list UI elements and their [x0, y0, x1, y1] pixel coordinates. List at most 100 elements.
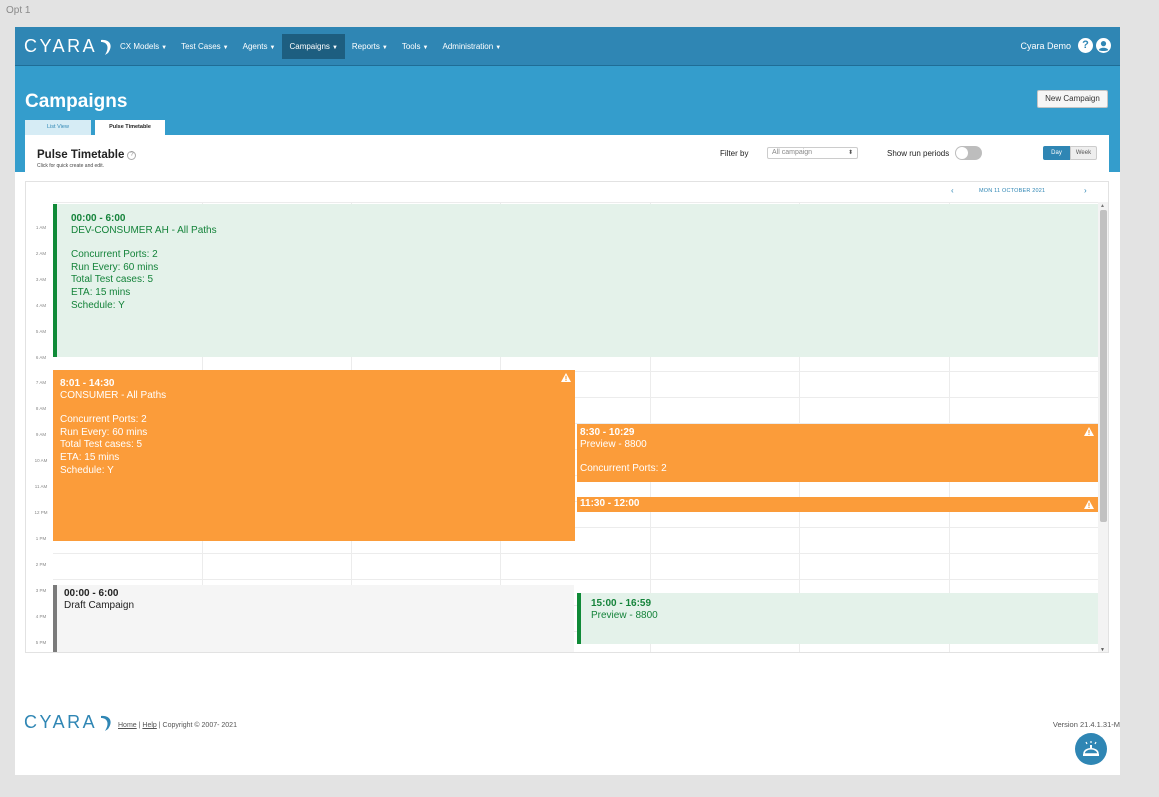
footer-logo: CYARA — [24, 712, 114, 733]
footer-home-link[interactable]: Home — [118, 722, 137, 729]
tab-pulse-timetable[interactable]: Pulse Timetable — [95, 120, 165, 135]
nav-test-cases-label: Test Cases — [181, 42, 221, 51]
filter-label: Filter by — [720, 149, 749, 158]
scroll-thumb[interactable] — [1100, 210, 1107, 522]
footer-help-link[interactable]: Help — [142, 722, 156, 729]
help-icon[interactable]: ? — [127, 151, 137, 160]
hour-label: 8 AM — [35, 406, 47, 411]
footer-brand-name: CYARA — [24, 712, 98, 732]
service-bell-icon — [1083, 741, 1099, 756]
view-day-button[interactable]: Day — [1043, 146, 1070, 160]
event-draft-campaign[interactable]: 00:00 - 6:00 Draft Campaign — [53, 585, 574, 652]
scroll-down-icon[interactable]: ▼ — [1100, 647, 1105, 652]
brand-name: CYARA — [24, 36, 98, 56]
grid-line — [53, 202, 1098, 203]
campaign-filter-select[interactable]: All campaign ⬍ — [767, 147, 858, 159]
event-detail: Schedule: Y — [60, 464, 114, 476]
hour-label: 5 PM — [35, 640, 47, 645]
warning-icon — [561, 373, 571, 382]
warning-icon — [1084, 427, 1094, 436]
event-name: CONSUMER - All Paths — [60, 390, 167, 401]
chevron-down-icon: ▼ — [422, 45, 429, 51]
event-detail: Schedule: Y — [71, 299, 125, 311]
chevron-down-icon: ▼ — [161, 45, 168, 51]
nav-agents-label: Agents — [242, 42, 268, 51]
brand-swoosh-icon — [101, 39, 111, 55]
grid-line — [53, 579, 1098, 580]
event-time: 15:00 - 16:59 — [591, 598, 652, 609]
nav-tools-label: Tools — [401, 42, 421, 51]
event-name: Preview - 8800 — [591, 610, 658, 621]
hour-label: 6 AM — [35, 355, 47, 360]
user-name-link[interactable]: Cyara Demo — [1020, 41, 1071, 51]
chevron-down-icon: ▼ — [269, 45, 276, 51]
nav-campaigns-label: Campaigns — [289, 42, 330, 51]
nav-administration[interactable]: Administration ▼ — [436, 34, 509, 59]
new-campaign-button[interactable]: New Campaign — [1037, 90, 1108, 108]
hour-label: 1 PM — [35, 536, 47, 541]
nav-agents[interactable]: Agents ▼ — [236, 34, 283, 59]
show-run-periods-toggle[interactable] — [955, 146, 982, 160]
event-time: 00:00 - 6:00 — [64, 588, 119, 599]
event-preview-8800-morning[interactable]: 8:30 - 10:29 Preview - 8800 Concurrent P… — [577, 424, 1098, 482]
event-dev-consumer[interactable]: 00:00 - 6:00 DEV-CONSUMER AH - All Paths… — [53, 204, 1098, 357]
chevron-down-icon: ▼ — [495, 45, 502, 51]
service-bell-button[interactable] — [1075, 733, 1107, 765]
hour-label: 11 AM — [34, 484, 48, 489]
timetable-subtitle: Click for quick create and edit. — [37, 163, 104, 169]
event-detail: Concurrent Ports: 2 — [580, 463, 667, 474]
chevron-down-icon: ▼ — [331, 45, 338, 51]
footer-links: Home | Help | Copyright © 2007- 2021 — [118, 722, 237, 729]
event-name: Preview - 8800 — [580, 439, 647, 450]
view-week-button[interactable]: Week — [1070, 146, 1097, 160]
event-time: 8:01 - 14:30 — [60, 378, 115, 389]
hour-label: 1 AM — [35, 225, 47, 230]
timetable-header: Pulse Timetable? Click for quick create … — [25, 135, 1109, 172]
brand-logo[interactable]: CYARA — [24, 36, 114, 57]
nav-test-cases[interactable]: Test Cases ▼ — [174, 34, 236, 59]
event-consumer[interactable]: 8:01 - 14:30 CONSUMER - All Paths Concur… — [53, 370, 575, 541]
app-version: Version 21.4.1.31-M — [1052, 720, 1120, 729]
nav-cx-models-label: CX Models — [120, 42, 160, 51]
timetable-title: Pulse Timetable? — [37, 149, 137, 161]
event-detail: ETA: 15 mins — [60, 452, 120, 464]
nav-reports[interactable]: Reports ▼ — [345, 34, 395, 59]
user-circle-icon[interactable] — [1096, 38, 1111, 53]
event-detail: Total Test cases: 5 — [60, 439, 143, 451]
option-label: Opt 1 — [6, 5, 31, 16]
timetable-title-text: Pulse Timetable — [37, 149, 125, 161]
hour-label: 12 PM — [34, 510, 48, 515]
hour-label: 2 PM — [35, 562, 47, 567]
event-time: 11:30 - 12:00 — [580, 498, 640, 509]
hour-label: 7 AM — [35, 380, 47, 385]
page-title: Campaigns — [25, 91, 128, 112]
event-time: 00:00 - 6:00 — [71, 213, 126, 224]
top-navbar: CYARA CX Models ▼ Test Cases ▼ Agents ▼ Cam… — [15, 27, 1120, 66]
event-name: DEV-CONSUMER AH - All Paths — [71, 225, 217, 236]
event-time: 8:30 - 10:29 — [580, 427, 635, 438]
event-short-run[interactable]: 11:30 - 12:00 — [577, 497, 1098, 512]
toggle-knob — [956, 147, 968, 159]
warning-icon — [1084, 500, 1094, 509]
footer-copyright: Copyright © 2007- 2021 — [162, 722, 237, 729]
nav-reports-label: Reports — [351, 42, 380, 51]
calendar-scrollbar[interactable]: ▲ ▼ — [1098, 202, 1108, 652]
hour-label: 9 AM — [35, 432, 47, 437]
nav-cx-models[interactable]: CX Models ▼ — [113, 34, 174, 59]
event-preview-8800-afternoon[interactable]: 15:00 - 16:59 Preview - 8800 — [577, 593, 1098, 644]
nav-tools[interactable]: Tools ▼ — [395, 34, 436, 59]
hour-label: 4 AM — [35, 303, 47, 308]
scroll-up-icon[interactable]: ▲ — [1100, 203, 1105, 209]
time-grid[interactable]: 1 AM 2 AM 3 AM 4 AM 5 AM 6 AM 7 AM 8 AM … — [26, 182, 1098, 652]
event-detail: Concurrent Ports: 2 — [71, 249, 158, 260]
show-run-periods-label: Show run periods — [887, 149, 950, 158]
event-name: Draft Campaign — [64, 600, 135, 611]
hour-label: 3 PM — [35, 588, 47, 593]
nav-campaigns[interactable]: Campaigns ▼ — [282, 34, 345, 59]
hour-label: 4 PM — [35, 614, 47, 619]
tab-list-view[interactable]: List View — [25, 120, 91, 135]
hour-label: 5 AM — [35, 329, 47, 334]
event-detail: Run Every: 60 mins — [71, 261, 159, 273]
event-detail: Run Every: 60 mins — [60, 426, 148, 438]
question-circle-icon[interactable]: ? — [1078, 38, 1093, 53]
